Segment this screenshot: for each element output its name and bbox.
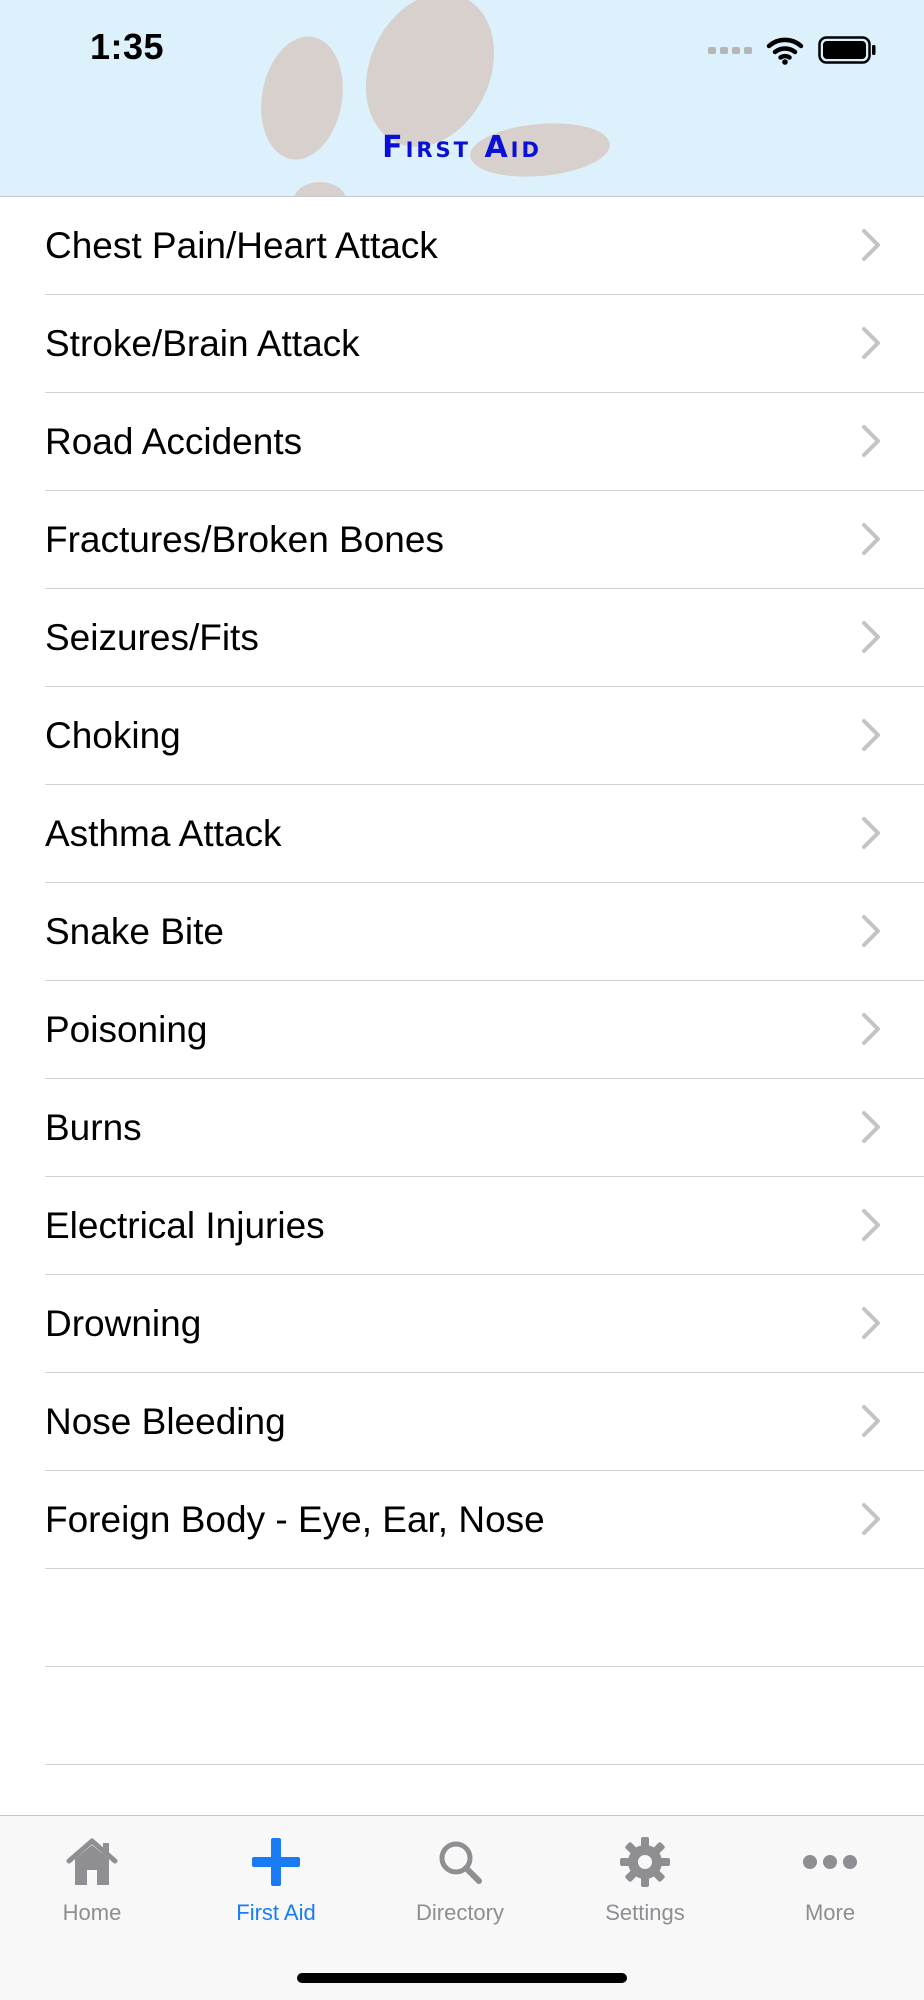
chevron-right-icon [862,1503,880,1535]
chevron-right-icon [862,915,880,947]
more-icon [800,1834,860,1890]
gear-icon [615,1834,675,1890]
home-icon [62,1834,122,1890]
tab-label: More [804,1900,856,1925]
status-icons [708,32,876,68]
tab-label: Settings [605,1900,685,1925]
tab-label: First Aid [236,1900,316,1925]
list-item-label: Foreign Body - Eye, Ear, Nose [45,1499,545,1540]
list-item-label: Electrical Injuries [45,1205,325,1246]
list-item[interactable]: Road Accidents [0,393,924,491]
tab-directory[interactable]: Directory [368,1816,552,1946]
tab-label: Directory [415,1900,504,1925]
chevron-right-icon [862,1013,880,1045]
status-time: 1:35 [90,26,165,67]
chevron-right-icon [862,229,880,261]
list-item-label: Nose Bleeding [45,1401,286,1442]
screen: 1:35 First Aid Chest Pain/Heart Attack S… [0,0,924,2000]
list-item[interactable]: Chest Pain/Heart Attack [0,197,924,295]
list-item[interactable]: Electrical Injuries [0,1177,924,1275]
chevron-right-icon [862,817,880,849]
wifi-icon [766,37,804,65]
list-item-label: Choking [45,715,181,756]
list-item[interactable]: Choking [0,687,924,785]
tab-bar: Home First Aid Directory Settings More [0,1815,924,2000]
list-item-label: Snake Bite [45,911,224,952]
chevron-right-icon [862,1111,880,1143]
list-item-label: Chest Pain/Heart Attack [45,225,438,266]
tab-home[interactable]: Home [0,1816,184,1946]
list-item[interactable]: Poisoning [0,981,924,1079]
page-title: First Aid [382,130,542,165]
battery-icon [818,36,876,64]
list-item[interactable]: Snake Bite [0,883,924,981]
home-indicator[interactable] [297,1973,627,1983]
chevron-right-icon [862,1405,880,1437]
list-item[interactable]: Burns [0,1079,924,1177]
list-item-label: Burns [45,1107,142,1148]
list-item[interactable]: Foreign Body - Eye, Ear, Nose [0,1471,924,1569]
chevron-right-icon [862,425,880,457]
tab-label: Home [62,1900,122,1925]
plus-icon [246,1834,306,1890]
chevron-right-icon [862,1307,880,1339]
chevron-right-icon [862,719,880,751]
list-item[interactable]: Seizures/Fits [0,589,924,687]
list-item-label: Asthma Attack [45,813,282,854]
list-item[interactable]: Fractures/Broken Bones [0,491,924,589]
chevron-right-icon [862,1209,880,1241]
empty-list-row [0,1569,924,1667]
list-item[interactable]: Nose Bleeding [0,1373,924,1471]
search-icon [430,1834,490,1890]
list-item-label: Drowning [45,1303,202,1344]
chevron-right-icon [862,621,880,653]
list-item-label: Road Accidents [45,421,303,462]
cellular-signal-icon [708,47,752,54]
chevron-right-icon [862,327,880,359]
tab-first-aid[interactable]: First Aid [184,1816,368,1946]
list-item[interactable]: Asthma Attack [0,785,924,883]
empty-list-row [0,1667,924,1765]
list-item[interactable]: Stroke/Brain Attack [0,295,924,393]
chevron-right-icon [862,523,880,555]
list-item-label: Stroke/Brain Attack [45,323,360,364]
list-item-label: Fractures/Broken Bones [45,519,444,560]
tab-more[interactable]: More [738,1816,922,1946]
tab-settings[interactable]: Settings [553,1816,737,1946]
list-item-label: Poisoning [45,1009,208,1050]
navigation-header: 1:35 First Aid [0,0,924,197]
first-aid-topic-list: Chest Pain/Heart Attack Stroke/Brain Att… [0,197,924,1765]
list-item-label: Seizures/Fits [45,617,259,658]
list-item[interactable]: Drowning [0,1275,924,1373]
